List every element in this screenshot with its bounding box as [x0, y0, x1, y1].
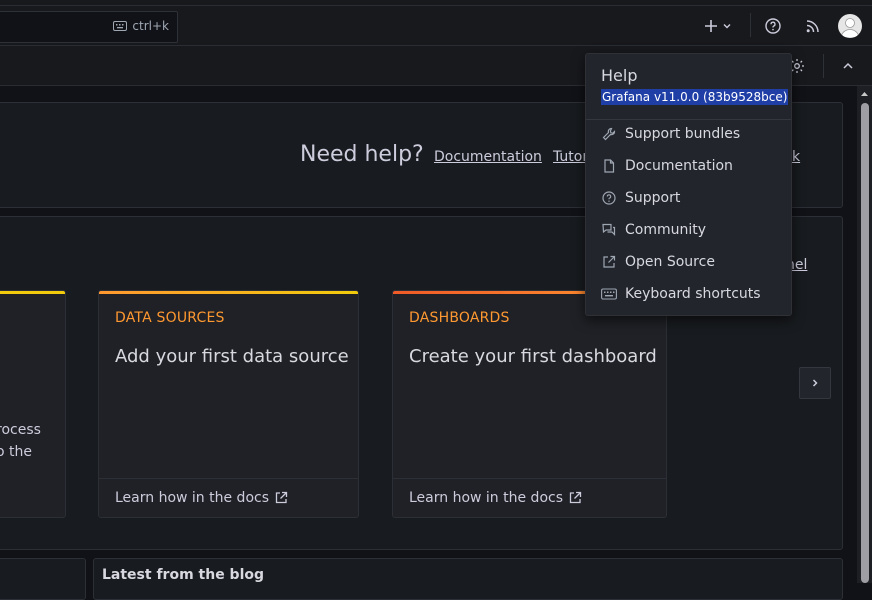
- menu-item-label: Support: [625, 190, 681, 206]
- keyboard-icon: [601, 286, 617, 302]
- blog-panel: Latest from the blog: [93, 558, 843, 600]
- search-shortcut-hint: ctrl+k: [113, 19, 169, 33]
- card-heading: Add your first data source: [115, 346, 349, 367]
- toolbar-divider: [750, 13, 751, 37]
- toolbar-divider: [823, 54, 824, 78]
- bottom-left-panel: [0, 558, 86, 600]
- learn-docs-link[interactable]: Learn how in the docs: [115, 490, 269, 506]
- external-link-icon: [275, 491, 288, 504]
- rss-icon: [806, 20, 819, 33]
- help-icon: [765, 18, 781, 34]
- community-link[interactable]: k: [792, 149, 800, 165]
- chevron-down-icon: [723, 24, 731, 29]
- version-label: Grafana v11.0.0 (83b9528bce): [601, 89, 789, 105]
- card-label: DASHBOARDS: [409, 310, 510, 326]
- help-menu-title: Help: [601, 66, 638, 85]
- plus-icon: [705, 20, 717, 32]
- menu-item-label: Keyboard shortcuts: [625, 286, 761, 302]
- menu-item-documentation[interactable]: Documentation: [586, 150, 791, 182]
- external-link-icon: [569, 491, 582, 504]
- card-footer[interactable]: Learn how in the docs: [99, 478, 358, 517]
- file-icon: [601, 158, 617, 174]
- menu-item-community[interactable]: Community: [586, 214, 791, 246]
- blog-title: Latest from the blog: [102, 567, 265, 583]
- chevron-right-icon: [812, 379, 818, 387]
- search-shortcut-label: ctrl+k: [132, 19, 169, 33]
- page-scrollbar[interactable]: [857, 86, 872, 583]
- avatar[interactable]: [838, 14, 862, 38]
- external-link-icon: [601, 254, 617, 270]
- search-input[interactable]: ctrl+k: [0, 11, 178, 43]
- comments-icon: [601, 222, 617, 238]
- dashboards-card[interactable]: DASHBOARDS Create your first dashboard L…: [392, 290, 667, 518]
- card-text-line: o the: [0, 444, 32, 460]
- tutorials-link[interactable]: Tutor: [553, 149, 588, 165]
- card-text-line: rocess: [0, 422, 41, 438]
- data-sources-card[interactable]: DATA SOURCES Add your first data source …: [98, 290, 359, 518]
- help-button[interactable]: [763, 16, 783, 36]
- menu-item-open-source[interactable]: Open Source: [586, 246, 791, 278]
- card-accent-bar: [99, 291, 358, 294]
- user-icon: [840, 18, 860, 38]
- news-button[interactable]: [803, 16, 823, 36]
- top-navbar: ctrl+k: [0, 6, 872, 46]
- card-label: DATA SOURCES: [115, 310, 225, 326]
- wrench-icon: [601, 126, 617, 142]
- keyboard-icon: [113, 21, 128, 31]
- help-menu: Help Grafana v11.0.0 (83b9528bce) Suppor…: [585, 53, 792, 316]
- menu-item-support-bundles[interactable]: Support bundles: [586, 118, 791, 150]
- scroll-up-arrow-icon: [861, 92, 868, 96]
- menu-item-label: Community: [625, 222, 707, 238]
- collapse-button[interactable]: [838, 56, 858, 76]
- learn-docs-link[interactable]: Learn how in the docs: [409, 490, 563, 506]
- tutorial-card[interactable]: rocess o the: [0, 290, 66, 518]
- menu-item-keyboard-shortcuts[interactable]: Keyboard shortcuts: [586, 278, 791, 310]
- menu-item-support[interactable]: Support: [586, 182, 791, 214]
- menu-item-label: Support bundles: [625, 126, 741, 142]
- question-circle-icon: [601, 190, 617, 206]
- card-accent-bar: [0, 291, 65, 294]
- add-new-button[interactable]: [701, 16, 735, 36]
- next-card-button[interactable]: [799, 367, 831, 399]
- card-heading: Create your first dashboard: [409, 346, 657, 367]
- menu-item-label: Documentation: [625, 158, 733, 174]
- menu-item-label: Open Source: [625, 254, 715, 270]
- need-help-heading: Need help?: [300, 142, 424, 167]
- card-footer[interactable]: Learn how in the docs: [393, 478, 666, 517]
- chevron-up-icon: [843, 62, 853, 69]
- documentation-link[interactable]: Documentation: [434, 149, 542, 165]
- scrollbar-thumb[interactable]: [861, 103, 869, 583]
